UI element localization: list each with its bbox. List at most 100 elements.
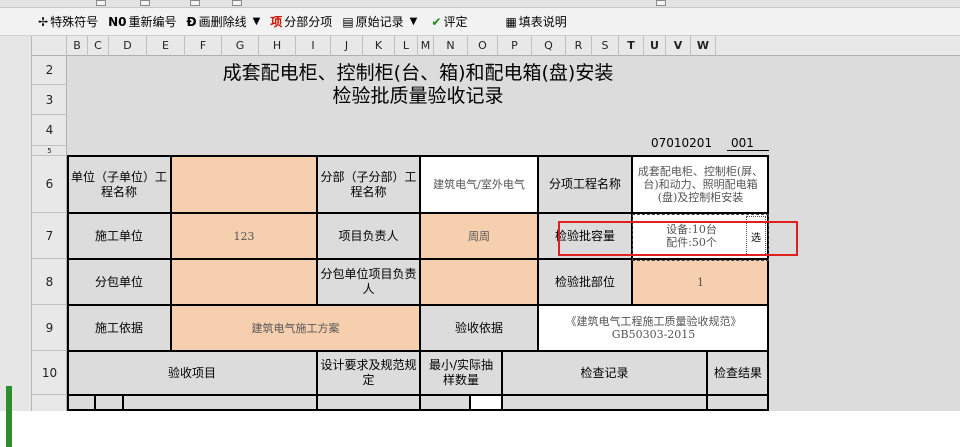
- row-header-cell[interactable]: 5: [32, 146, 67, 156]
- column-header-cell[interactable]: Q: [532, 36, 566, 56]
- evaluate-icon: ✔: [431, 14, 442, 29]
- table-cell[interactable]: [317, 395, 420, 411]
- column-header-cell[interactable]: M: [418, 36, 434, 56]
- sub-manager-value[interactable]: [420, 259, 538, 305]
- capacity-parts: 配件:50个: [666, 236, 717, 249]
- column-header-cell[interactable]: K: [363, 36, 395, 56]
- table-cell[interactable]: [502, 395, 707, 411]
- table-cell[interactable]: [707, 395, 769, 411]
- column-header-cell[interactable]: P: [498, 36, 532, 56]
- column-header-cell[interactable]: G: [222, 36, 259, 56]
- division-value[interactable]: 建筑电气/室外电气: [420, 156, 538, 213]
- constructor-value[interactable]: 123: [171, 213, 317, 259]
- batch-location-value[interactable]: 1: [632, 259, 769, 305]
- project-manager-label: 项目负责人: [317, 213, 420, 259]
- column-header-cell[interactable]: S: [592, 36, 619, 56]
- window-icon[interactable]: [232, 0, 242, 6]
- row-header-cell[interactable]: 2: [32, 56, 67, 85]
- column-header-cell[interactable]: C: [88, 36, 109, 56]
- acceptance-basis-value[interactable]: 《建筑电气工程施工质量验收规范》GB50303-2015: [538, 305, 769, 351]
- column-header-cell[interactable]: H: [259, 36, 296, 56]
- row-header-cell[interactable]: 9: [32, 305, 67, 351]
- dropdown-arrow-icon[interactable]: ▼: [410, 16, 418, 27]
- column-header-cell[interactable]: T: [619, 36, 644, 56]
- left-gutter: [0, 36, 32, 447]
- dropdown-arrow-icon[interactable]: ▼: [253, 16, 261, 27]
- division-label: 分部（子分部）工程名称: [317, 156, 420, 213]
- constructor-label: 施工单位: [67, 213, 171, 259]
- table-cell[interactable]: [95, 395, 123, 411]
- row-header-cell[interactable]: 7: [32, 213, 67, 259]
- underline: [727, 150, 769, 151]
- row-header-cell[interactable]: 10: [32, 351, 67, 395]
- check-result-header: 检查结果: [707, 351, 769, 395]
- column-header-cell[interactable]: O: [468, 36, 498, 56]
- project-manager-value[interactable]: 周周: [420, 213, 538, 259]
- column-header: BCDEFGHIJKLMNOPQRSTUVW: [32, 36, 960, 56]
- column-header-cell[interactable]: I: [296, 36, 331, 56]
- column-header-cell[interactable]: L: [395, 36, 418, 56]
- toolbar-button-label: 原始记录: [355, 15, 404, 29]
- subitem-label: 分项工程名称: [538, 156, 632, 213]
- table-cell[interactable]: [470, 395, 502, 411]
- table-cell[interactable]: [123, 395, 317, 411]
- record-number[interactable]: 001: [731, 136, 754, 150]
- subcontractor-value[interactable]: [171, 259, 317, 305]
- toolbar-button-original-record[interactable]: ▤ 原始记录 ▼: [338, 11, 423, 33]
- toolbar: ✢ 特殊符号 N0 重新编号 Ɖ 画删除线 ▼ 项分部分项 ▤ 原始记录 ▼ ✔ 评定 ▦ 填表说明: [0, 8, 960, 36]
- column-header-cell[interactable]: B: [67, 36, 88, 56]
- column-header-cell[interactable]: W: [691, 36, 716, 56]
- row-header-cell[interactable]: 6: [32, 156, 67, 213]
- strikethrough-icon: Ɖ: [186, 14, 197, 29]
- subcontractor-label: 分包单位: [67, 259, 171, 305]
- batch-location-label: 检验批部位: [538, 259, 632, 305]
- window-icon[interactable]: [190, 0, 200, 6]
- unit-project-value[interactable]: [171, 156, 317, 213]
- window-icon[interactable]: [140, 0, 150, 6]
- toolbar-button-subdivision[interactable]: 项分部分项: [266, 11, 338, 33]
- basis-label: 施工依据: [67, 305, 171, 351]
- column-header-cell[interactable]: N: [434, 36, 468, 56]
- record-code: 07010201: [651, 136, 713, 150]
- toolbar-button-renumber[interactable]: N0 重新编号: [104, 11, 182, 33]
- form-sheet: 成套配电柜、控制柜(台、箱)和配电箱(盘)安装 检验批质量验收记录 070102…: [67, 56, 769, 411]
- window-icon[interactable]: [96, 0, 106, 6]
- toolbar-button-label: 评定: [443, 15, 468, 29]
- column-header-cell[interactable]: R: [566, 36, 592, 56]
- column-header-cell[interactable]: F: [185, 36, 222, 56]
- column-header-cell[interactable]: J: [331, 36, 363, 56]
- toolbar-button-special-symbol[interactable]: ✢ 特殊符号: [34, 11, 104, 33]
- original-record-icon: ▤: [342, 14, 354, 29]
- toolbar-button-evaluate[interactable]: ✔ 评定: [427, 11, 473, 33]
- row-header-cell[interactable]: 4: [32, 115, 67, 146]
- row-header-cell[interactable]: 3: [32, 85, 67, 115]
- acceptance-basis-label: 验收依据: [420, 305, 538, 351]
- acceptance-item-header: 验收项目: [67, 351, 317, 395]
- design-requirement-header: 设计要求及规范规定: [317, 351, 420, 395]
- pick-button[interactable]: 选: [746, 216, 766, 256]
- subdivision-icon: 项: [270, 15, 283, 29]
- sampling-header: 最小/实际抽样数量: [420, 351, 502, 395]
- toolbar-button-label: 特殊符号: [50, 15, 99, 29]
- row-header-cell[interactable]: 8: [32, 259, 67, 305]
- toolbar-button-form-instructions[interactable]: ▦ 填表说明: [501, 11, 572, 33]
- subitem-value[interactable]: 成套配电柜、控制柜(屏、台)和动力、照明配电箱(盘)及控制柜安装: [632, 156, 769, 213]
- column-header-cell[interactable]: V: [666, 36, 691, 56]
- column-header-cell[interactable]: U: [644, 36, 666, 56]
- table-cell[interactable]: [67, 395, 95, 411]
- column-header-cell[interactable]: D: [109, 36, 147, 56]
- toolbar-button-label: 分部分项: [284, 15, 333, 29]
- toolbar-button-strikethrough[interactable]: Ɖ 画删除线 ▼: [183, 11, 267, 33]
- sub-manager-label: 分包单位项目负责人: [317, 259, 420, 305]
- table-cell[interactable]: [420, 395, 470, 411]
- form-instructions-icon: ▦: [505, 14, 517, 29]
- column-header-cell[interactable]: E: [147, 36, 185, 56]
- gutter-scroll-thumb[interactable]: [6, 386, 12, 447]
- check-record-header: 检查记录: [502, 351, 707, 395]
- window-icon[interactable]: [656, 0, 666, 6]
- title-line-1: 成套配电柜、控制柜(台、箱)和配电箱(盘)安装: [222, 62, 614, 84]
- corner-cell[interactable]: [32, 36, 67, 56]
- basis-value[interactable]: 建筑电气施工方案: [171, 305, 420, 351]
- batch-capacity-label: 检验批容量: [538, 213, 632, 259]
- toolbar-button-label: 填表说明: [518, 15, 567, 29]
